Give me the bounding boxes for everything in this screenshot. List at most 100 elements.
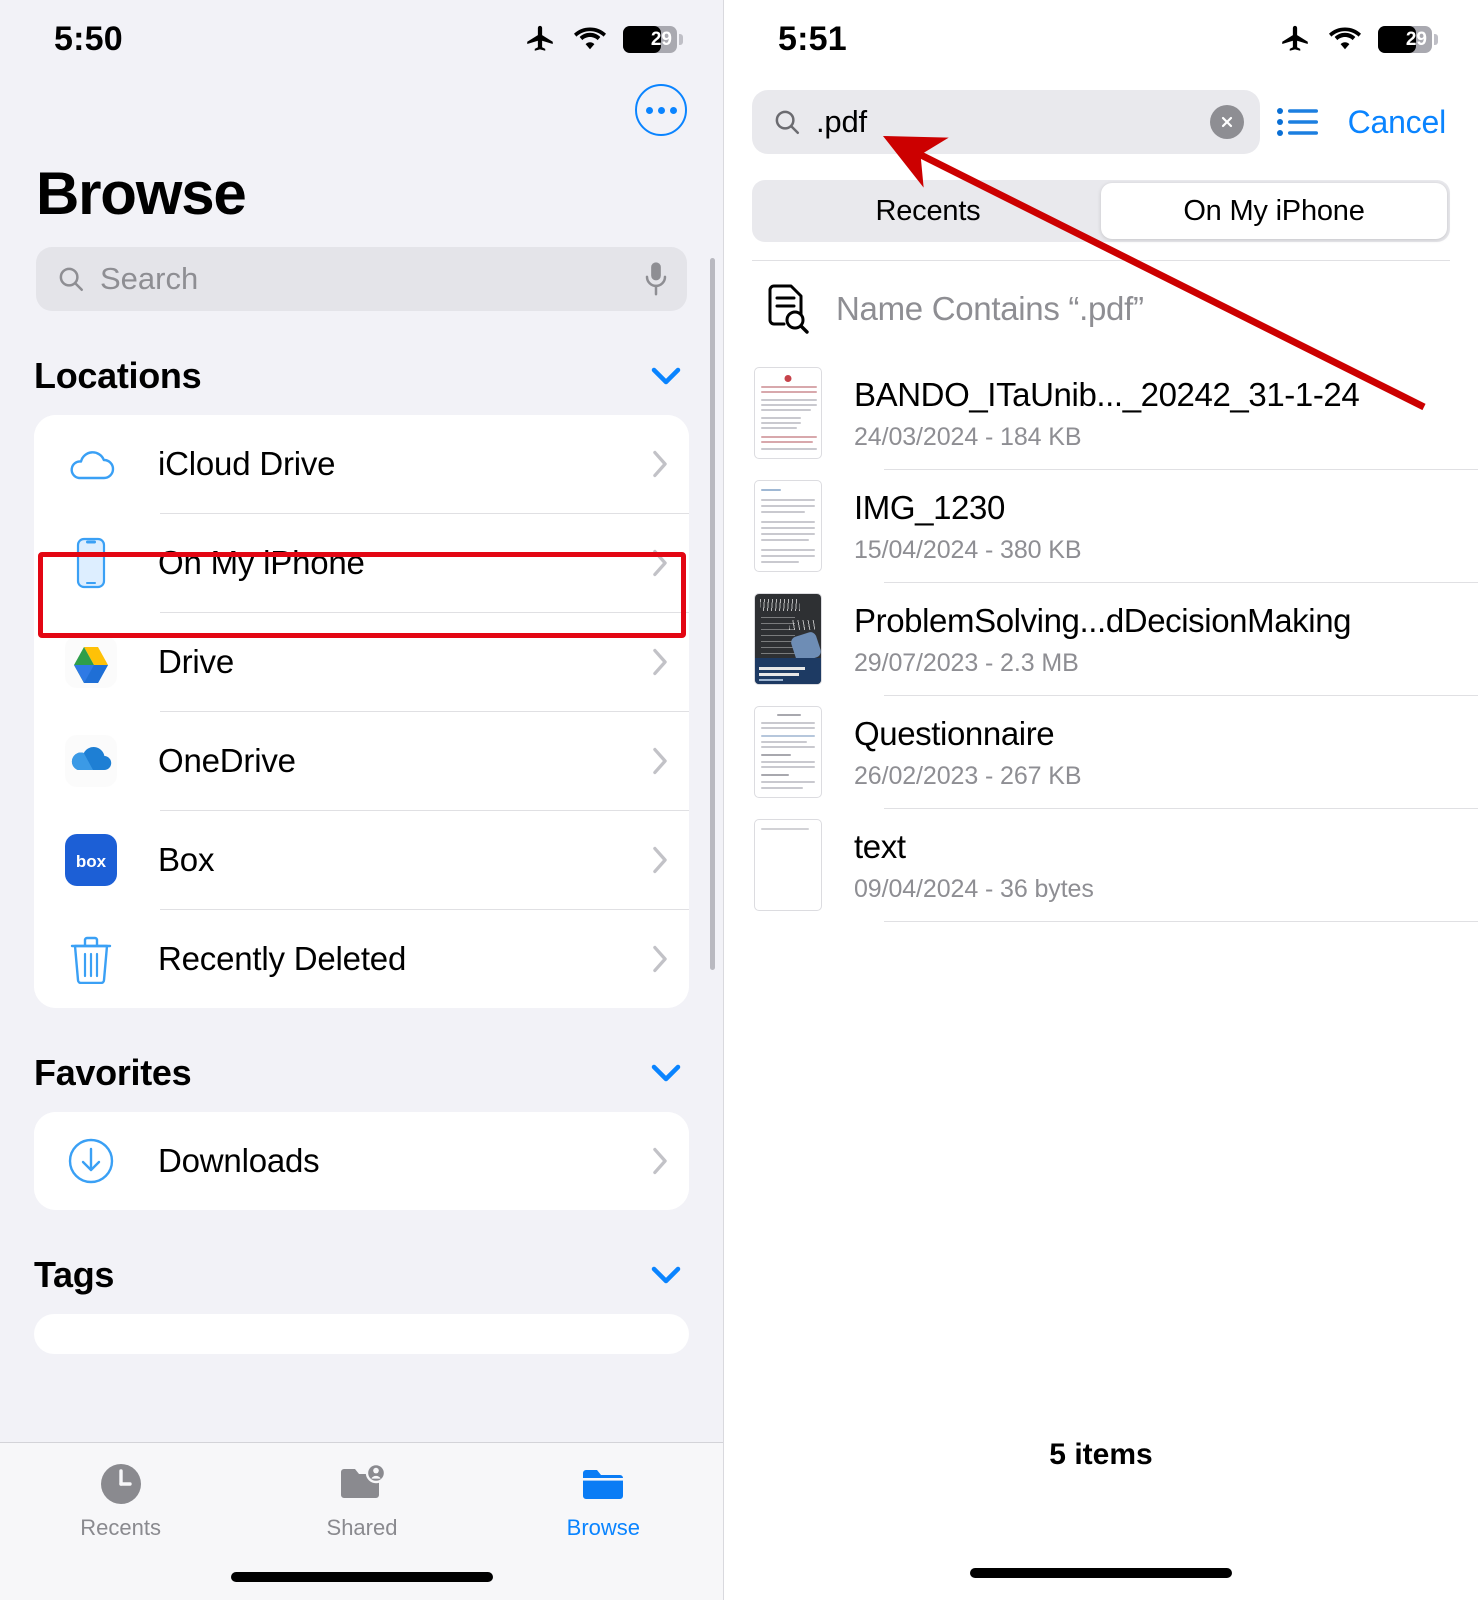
tab-shared[interactable]: Shared xyxy=(241,1461,482,1541)
section-title: Favorites xyxy=(34,1052,192,1093)
ellipsis-dot xyxy=(669,106,677,114)
search-value: .pdf xyxy=(816,104,867,139)
file-name: ProblemSolving...dDecisionMaking xyxy=(854,601,1352,639)
items-count-label: 5 items xyxy=(1049,1438,1153,1471)
file-results-list: BANDO_ITaUnib..._20242_31-1-24 24/03/202… xyxy=(724,357,1478,922)
sidebar-item-icloud-drive[interactable]: iCloud Drive xyxy=(34,415,689,513)
list-item[interactable]: BANDO_ITaUnib..._20242_31-1-24 24/03/202… xyxy=(754,357,1478,469)
microphone-icon[interactable] xyxy=(643,261,669,297)
list-view-button[interactable] xyxy=(1260,105,1336,139)
close-icon xyxy=(1221,116,1232,128)
shared-folder-icon xyxy=(340,1462,387,1498)
segment-recents[interactable]: Recents xyxy=(755,183,1101,239)
home-indicator xyxy=(970,1568,1232,1578)
right-screen-search-results: 5:51 29 .pdf Cancel Recents On My iPhone… xyxy=(724,0,1478,1600)
file-thumbnail xyxy=(754,706,822,798)
section-header-favorites[interactable]: Favorites xyxy=(0,1008,723,1112)
file-info: IMG_1230 15/04/2024 - 380 KB xyxy=(822,487,1478,565)
status-bar-time: 5:51 xyxy=(778,19,847,58)
clear-search-button[interactable] xyxy=(1209,105,1244,139)
file-info: Questionnaire 26/02/2023 - 267 KB xyxy=(822,713,1478,791)
dual-screenshot-container: 5:50 29 Browse Search Locations iCloud D… xyxy=(0,0,1478,1600)
file-name: BANDO_ITaUnib..._20242_31-1-24 xyxy=(854,375,1360,413)
folder-icon xyxy=(583,1470,624,1499)
list-view-icon xyxy=(1276,108,1318,136)
ellipsis-dot xyxy=(645,106,653,114)
trash-icon xyxy=(56,934,126,984)
segment-on-my-iphone[interactable]: On My iPhone xyxy=(1101,183,1447,239)
search-container: Search xyxy=(0,225,723,311)
vertical-scrollbar[interactable] xyxy=(710,258,715,970)
status-bar-indicators: 29 xyxy=(1278,22,1438,56)
file-meta: 24/03/2024 - 184 KB xyxy=(854,423,1082,452)
search-input[interactable]: .pdf xyxy=(752,90,1260,154)
downloads-icon xyxy=(56,1137,126,1185)
file-name: text xyxy=(854,827,906,865)
home-indicator xyxy=(231,1572,493,1582)
sidebar-item-recently-deleted[interactable]: Recently Deleted xyxy=(34,910,689,1008)
search-bar-row: .pdf Cancel xyxy=(724,78,1478,166)
document-search-icon xyxy=(768,284,809,334)
filter-label: Name Contains “.pdf” xyxy=(836,290,1144,327)
file-meta: 26/02/2023 - 267 KB xyxy=(854,762,1082,791)
file-thumbnail xyxy=(754,593,822,685)
tab-label: Recents xyxy=(80,1515,162,1540)
search-icon xyxy=(775,110,800,135)
box-icon: box xyxy=(56,834,126,886)
sidebar-item-onedrive[interactable]: OneDrive xyxy=(34,712,689,810)
disclosure-indicator xyxy=(631,450,689,478)
sidebar-item-label: Downloads xyxy=(158,1142,320,1179)
chevron-down-icon[interactable] xyxy=(651,1266,681,1284)
sidebar-item-drive[interactable]: Drive xyxy=(34,613,689,711)
section-header-tags[interactable]: Tags xyxy=(0,1210,723,1314)
onedrive-icon xyxy=(56,735,126,787)
ellipsis-dot xyxy=(657,106,665,114)
sidebar-item-label: Box xyxy=(158,841,215,878)
cancel-button[interactable]: Cancel xyxy=(1336,104,1447,141)
battery-indicator: 29 xyxy=(1378,25,1438,53)
section-header-locations[interactable]: Locations xyxy=(0,311,723,415)
wifi-icon xyxy=(573,27,607,50)
disclosure-indicator xyxy=(631,1147,689,1175)
battery-indicator: 29 xyxy=(623,25,683,53)
left-screen-browse: 5:50 29 Browse Search Locations iCloud D… xyxy=(0,0,724,1600)
svg-text:box: box xyxy=(76,852,107,871)
google-drive-icon xyxy=(56,636,126,688)
search-icon xyxy=(59,267,84,292)
sidebar-item-label: Drive xyxy=(158,643,235,680)
section-title: Locations xyxy=(34,355,202,396)
locations-card: iCloud Drive On My iPhone Drive OneDrive… xyxy=(34,415,689,1008)
status-bar-time: 5:50 xyxy=(54,19,123,58)
list-item[interactable]: text 09/04/2024 - 36 bytes xyxy=(754,809,1478,921)
chevron-down-icon[interactable] xyxy=(651,1064,681,1082)
icloud-drive-icon xyxy=(56,445,126,483)
sidebar-item-label: iCloud Drive xyxy=(158,445,336,482)
sidebar-item-label: On My iPhone xyxy=(158,544,365,581)
list-item[interactable]: ProblemSolving...dDecisionMaking 29/07/2… xyxy=(754,583,1478,695)
file-thumbnail xyxy=(754,480,822,572)
list-item[interactable]: IMG_1230 15/04/2024 - 380 KB xyxy=(754,470,1478,582)
iphone-icon xyxy=(56,537,126,589)
file-info: BANDO_ITaUnib..._20242_31-1-24 24/03/202… xyxy=(822,374,1478,452)
tab-recents[interactable]: Recents xyxy=(0,1461,241,1541)
segmented-control-container: Recents On My iPhone xyxy=(724,166,1478,242)
tab-browse[interactable]: Browse xyxy=(483,1461,723,1541)
tags-card xyxy=(34,1314,689,1354)
favorites-card: Downloads xyxy=(34,1112,689,1210)
search-input[interactable]: Search xyxy=(36,247,687,311)
tab-label: Browse xyxy=(566,1515,640,1540)
file-name: IMG_1230 xyxy=(854,488,1005,526)
sidebar-item-box[interactable]: box Box xyxy=(34,811,689,909)
sidebar-item-on-my-iphone[interactable]: On My iPhone xyxy=(34,514,689,612)
battery-percent: 29 xyxy=(650,28,672,50)
filter-row-name-contains[interactable]: Name Contains “.pdf” xyxy=(724,261,1478,357)
file-thumbnail xyxy=(754,367,822,459)
sidebar-item-downloads[interactable]: Downloads xyxy=(34,1112,689,1210)
navigation-bar xyxy=(0,78,723,152)
more-options-button[interactable] xyxy=(635,84,687,136)
chevron-down-icon[interactable] xyxy=(651,367,681,385)
list-item[interactable]: Questionnaire 26/02/2023 - 267 KB xyxy=(754,696,1478,808)
sidebar-item-label: Recently Deleted xyxy=(158,940,407,977)
scope-segmented-control: Recents On My iPhone xyxy=(752,180,1450,242)
file-meta: 15/04/2024 - 380 KB xyxy=(854,536,1082,565)
